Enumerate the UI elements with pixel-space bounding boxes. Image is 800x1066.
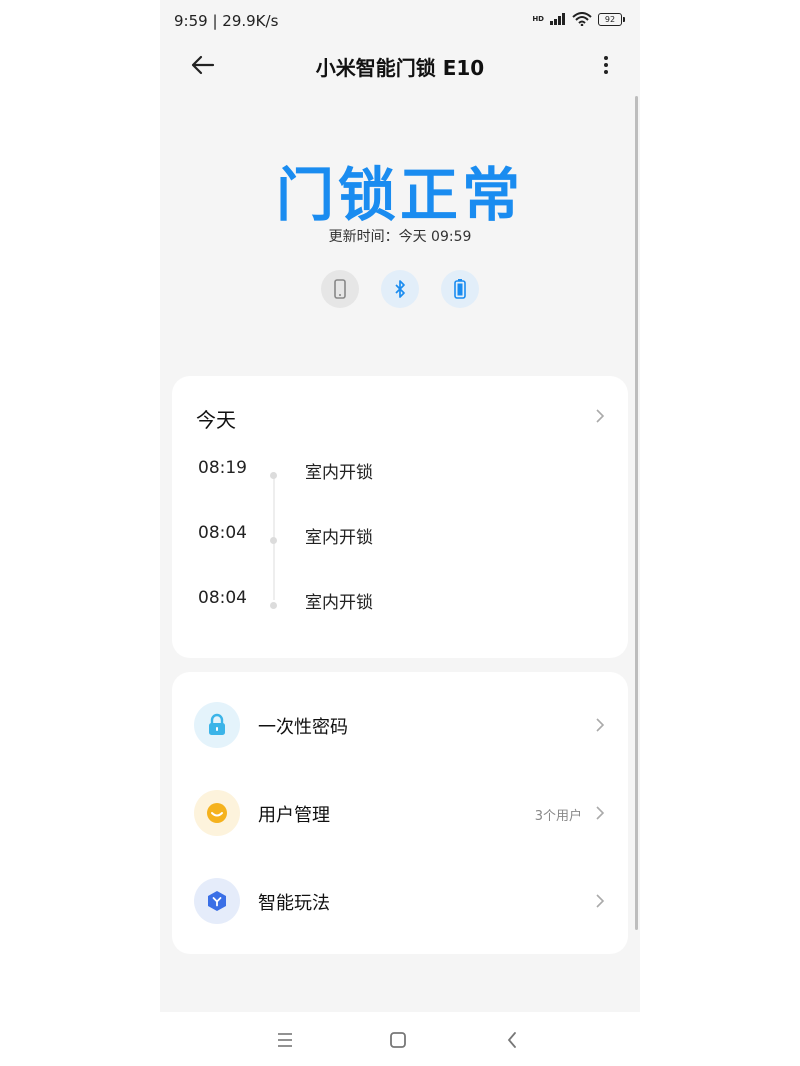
home-square-icon[interactable] [386,1028,410,1052]
app-header: 小米智能门锁 E10 [160,42,640,88]
menu-item-one-time-password[interactable]: 一次性密码 [172,695,628,755]
network-badge: HD [532,14,544,23]
menu-lines-icon[interactable] [273,1028,297,1052]
smiley-icon [207,803,227,823]
signal-icon [550,13,565,25]
event-time: 08:19 [198,458,247,478]
user-count: 3个用户 [534,809,582,824]
back-chevron-icon[interactable] [500,1028,524,1052]
scrollbar[interactable] [635,96,638,930]
event-time: 08:04 [198,588,247,608]
timeline-dot [270,537,277,544]
chevron-right-icon [596,894,605,908]
timeline-dot [270,602,277,609]
chevron-right-icon [596,718,605,732]
event-text: 室内开锁 [305,528,373,548]
timeline-dot [270,472,277,479]
menu-label: 一次性密码 [258,717,348,738]
event-row[interactable]: 08:19 室内开锁 [172,458,628,484]
bluetooth-indicator[interactable] [381,270,419,308]
system-nav-bar [160,1012,640,1066]
status-bar: 9:59 | 29.9K/s HD 92 [160,0,640,40]
chevron-right-icon [596,409,605,423]
smiley-icon-badge [194,790,240,836]
indicator-row [160,270,640,308]
feature-menu-card: 一次性密码 用户管理 3个用户 智能玩法 [172,672,628,954]
event-text: 室内开锁 [305,463,373,483]
chevron-right-icon [596,806,605,820]
menu-label: 智能玩法 [258,893,330,914]
event-time: 08:04 [198,523,247,543]
lock-icon [209,713,225,735]
battery-icon: 92 [598,12,625,26]
menu-item-smart-scenes[interactable]: 智能玩法 [172,871,628,931]
event-row[interactable]: 08:04 室内开锁 [172,588,628,614]
bluetooth-icon [395,280,405,298]
lock-icon-badge [194,702,240,748]
phone-indicator[interactable] [321,270,359,308]
event-row[interactable]: 08:04 室内开锁 [172,523,628,549]
phone-screen: 9:59 | 29.9K/s HD 92 小米智能门锁 E10 门锁正常 更新时… [160,0,640,1066]
status-time: 9:59 | 29.9K/s [174,12,279,30]
event-text: 室内开锁 [305,593,373,613]
menu-item-user-management[interactable]: 用户管理 3个用户 [172,783,628,843]
battery-indicator[interactable] [441,270,479,308]
smart-hexagon-icon [208,891,226,911]
wifi-icon [572,12,592,26]
status-icons: HD 92 [532,12,625,26]
lock-status: 门锁正常 [275,161,524,229]
today-card[interactable]: 今天 08:19 室内开锁 08:04 室内开锁 08:04 室内开锁 [172,376,628,658]
update-time: 更新时间：今天 09:59 [328,229,472,245]
phone-icon [334,279,346,299]
menu-label: 用户管理 [258,805,330,826]
battery-status-icon [454,279,466,299]
smart-icon-badge [194,878,240,924]
more-vertical-icon [604,56,608,74]
more-button[interactable] [594,50,618,80]
page-title: 小米智能门锁 E10 [315,56,485,80]
today-title: 今天 [196,408,236,432]
